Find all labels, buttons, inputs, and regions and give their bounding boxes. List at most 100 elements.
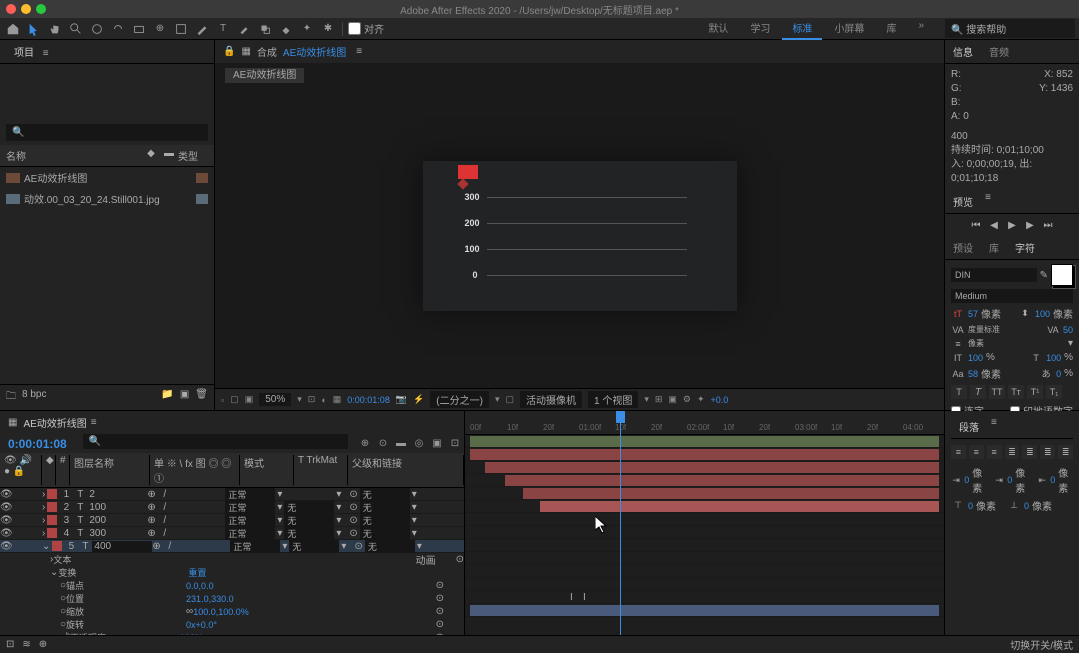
brush-tool-icon[interactable] bbox=[235, 20, 253, 38]
res-dropdown[interactable]: (二分之一) bbox=[430, 391, 489, 408]
panel-menu-icon[interactable]: ≡ bbox=[91, 417, 97, 428]
align-checkbox[interactable] bbox=[348, 22, 361, 35]
layer-bar[interactable] bbox=[470, 449, 939, 460]
new-folder-icon[interactable]: 📁 bbox=[161, 389, 173, 406]
close-icon[interactable] bbox=[6, 4, 16, 14]
layer-bar[interactable] bbox=[523, 488, 939, 499]
selection-tool-icon[interactable] bbox=[25, 20, 43, 38]
snapshot-icon[interactable]: 📷 bbox=[396, 394, 407, 405]
layer-bar[interactable] bbox=[470, 605, 939, 616]
font-size[interactable]: 57 bbox=[968, 309, 978, 319]
current-time[interactable]: 0:00:01:08 bbox=[0, 435, 75, 453]
tl-icon[interactable]: ⊡ bbox=[446, 435, 464, 453]
align-left-icon[interactable]: ≡ bbox=[951, 445, 966, 459]
interpret-icon[interactable]: 🗀 bbox=[6, 389, 16, 406]
search-help-input[interactable]: 🔍 搜索帮助 bbox=[945, 19, 1075, 38]
rotate-tool-icon[interactable] bbox=[109, 20, 127, 38]
visibility-icon[interactable]: 👁 bbox=[0, 502, 12, 513]
preset-tab[interactable]: 预设 bbox=[949, 238, 977, 257]
prev-frame-icon[interactable]: ◀ bbox=[987, 218, 1001, 232]
prop-anchor[interactable]: ○锚点0.0,0.0⊙ bbox=[0, 579, 464, 592]
vf-icon[interactable]: ⚙ bbox=[683, 394, 691, 405]
paragraph-tab[interactable]: 段落 bbox=[955, 417, 983, 436]
audio-tab[interactable]: 音频 bbox=[985, 42, 1013, 61]
composition-viewer[interactable]: 300 200 100 0 bbox=[215, 84, 944, 388]
smallcaps-button[interactable]: Tᴛ bbox=[1008, 385, 1024, 399]
home-icon[interactable] bbox=[4, 20, 22, 38]
visibility-icon[interactable]: 👁 bbox=[0, 489, 12, 500]
work-area-bar[interactable] bbox=[470, 436, 939, 447]
vf-icon[interactable]: ◐ bbox=[321, 395, 326, 405]
tl-icon[interactable]: ◎ bbox=[410, 435, 428, 453]
minimize-icon[interactable] bbox=[21, 4, 31, 14]
ws-default[interactable]: 默认 bbox=[698, 17, 738, 40]
prop-rotation[interactable]: ○旋转0x+0.0°⊙ bbox=[0, 618, 464, 631]
tl-toggle-icon[interactable]: ⊡ bbox=[6, 639, 14, 650]
justify-right-icon[interactable]: ≣ bbox=[1040, 445, 1055, 459]
breadcrumb-item[interactable]: AE动效折线图 bbox=[225, 68, 304, 83]
eyedropper-icon[interactable]: ✎ bbox=[1040, 270, 1048, 281]
eraser-tool-icon[interactable] bbox=[277, 20, 295, 38]
layer-bar-selected[interactable] bbox=[540, 501, 939, 512]
visibility-icon[interactable]: 👁 bbox=[0, 528, 12, 539]
leading-val[interactable]: 100 bbox=[1035, 309, 1050, 319]
new-comp-icon[interactable]: ▣ bbox=[180, 389, 189, 406]
vf-icon[interactable]: ✦ bbox=[697, 394, 705, 405]
first-frame-icon[interactable]: ⏮ bbox=[969, 218, 983, 232]
vf-icon[interactable]: ▣ bbox=[245, 394, 254, 405]
caps-button[interactable]: TT bbox=[989, 385, 1005, 399]
project-item-comp[interactable]: AE动效折线图 bbox=[0, 167, 214, 188]
prop-text[interactable]: ›文本动画⊙ bbox=[0, 553, 464, 566]
ws-more-icon[interactable]: » bbox=[908, 17, 934, 40]
tl-flow-icon[interactable]: ▦ bbox=[8, 417, 17, 428]
play-icon[interactable]: ▶ bbox=[1005, 218, 1019, 232]
align-center-icon[interactable]: ≡ bbox=[969, 445, 984, 459]
orbit-tool-icon[interactable] bbox=[88, 20, 106, 38]
view-dropdown[interactable]: 1 个视图 bbox=[588, 391, 638, 408]
superscript-button[interactable]: T¹ bbox=[1027, 385, 1043, 399]
vf-icon[interactable]: ▾ bbox=[644, 394, 649, 405]
vf-icon[interactable]: ▣ bbox=[668, 394, 677, 405]
vf-icon[interactable]: ⊡ bbox=[308, 394, 316, 405]
camera-tool-icon[interactable] bbox=[130, 20, 148, 38]
panel-menu-icon[interactable]: ≡ bbox=[356, 46, 362, 57]
ws-library[interactable]: 库 bbox=[876, 17, 906, 40]
puppet-tool-icon[interactable]: ✱ bbox=[319, 20, 337, 38]
project-search-input[interactable]: 🔍 bbox=[6, 124, 208, 141]
next-frame-icon[interactable]: ▶ bbox=[1023, 218, 1037, 232]
col-label-icon[interactable]: ▬ bbox=[160, 148, 178, 163]
keyframe-icon[interactable]: I bbox=[583, 592, 586, 603]
exposure[interactable]: +0.0 bbox=[711, 395, 729, 405]
rect-tool-icon[interactable] bbox=[172, 20, 190, 38]
prop-scale[interactable]: ○缩放∞100.0,100.0%⊙ bbox=[0, 605, 464, 618]
last-frame-icon[interactable]: ⏭ bbox=[1041, 218, 1055, 232]
text-tool-icon[interactable]: T bbox=[214, 20, 232, 38]
ws-standard[interactable]: 标准 bbox=[782, 17, 822, 40]
timeline-search[interactable]: 🔍 bbox=[83, 434, 348, 449]
comp-flow-icon[interactable]: ▦ bbox=[241, 46, 250, 57]
col-tag-icon[interactable]: ◆ bbox=[142, 148, 160, 163]
pan-behind-tool-icon[interactable]: ⊕ bbox=[151, 20, 169, 38]
col-name[interactable]: 名称 bbox=[6, 148, 142, 163]
subscript-button[interactable]: T₁ bbox=[1046, 385, 1062, 399]
bold-button[interactable]: T bbox=[951, 385, 967, 399]
tl-icon[interactable]: ▬ bbox=[392, 435, 410, 453]
vf-icon[interactable]: ▫ bbox=[221, 395, 224, 405]
clone-tool-icon[interactable] bbox=[256, 20, 274, 38]
info-tab[interactable]: 信息 bbox=[949, 42, 977, 61]
style-dropdown[interactable]: Medium bbox=[951, 289, 1073, 303]
tracking-val[interactable]: 50 bbox=[1063, 325, 1073, 335]
layer-row[interactable]: 👁›4T300⊕/正常▾无▾⊙无▾ bbox=[0, 527, 464, 540]
comp-tab-name[interactable]: AE动效折线图 bbox=[283, 44, 346, 59]
tl-icon[interactable]: ▣ bbox=[428, 435, 446, 453]
pen-tool-icon[interactable] bbox=[193, 20, 211, 38]
roto-tool-icon[interactable]: ✦ bbox=[298, 20, 316, 38]
vf-icon[interactable]: ▦ bbox=[333, 394, 342, 405]
delete-icon[interactable]: 🗑 bbox=[195, 389, 208, 406]
justify-all-icon[interactable]: ≣ bbox=[1058, 445, 1073, 459]
tl-motion-blur-icon[interactable]: ⊕ bbox=[39, 639, 47, 650]
layer-bar[interactable] bbox=[485, 462, 939, 473]
prop-transform[interactable]: ⌄变换重置 bbox=[0, 566, 464, 579]
vf-icon[interactable]: ▾ bbox=[495, 394, 500, 405]
fill-color[interactable] bbox=[1051, 264, 1073, 286]
